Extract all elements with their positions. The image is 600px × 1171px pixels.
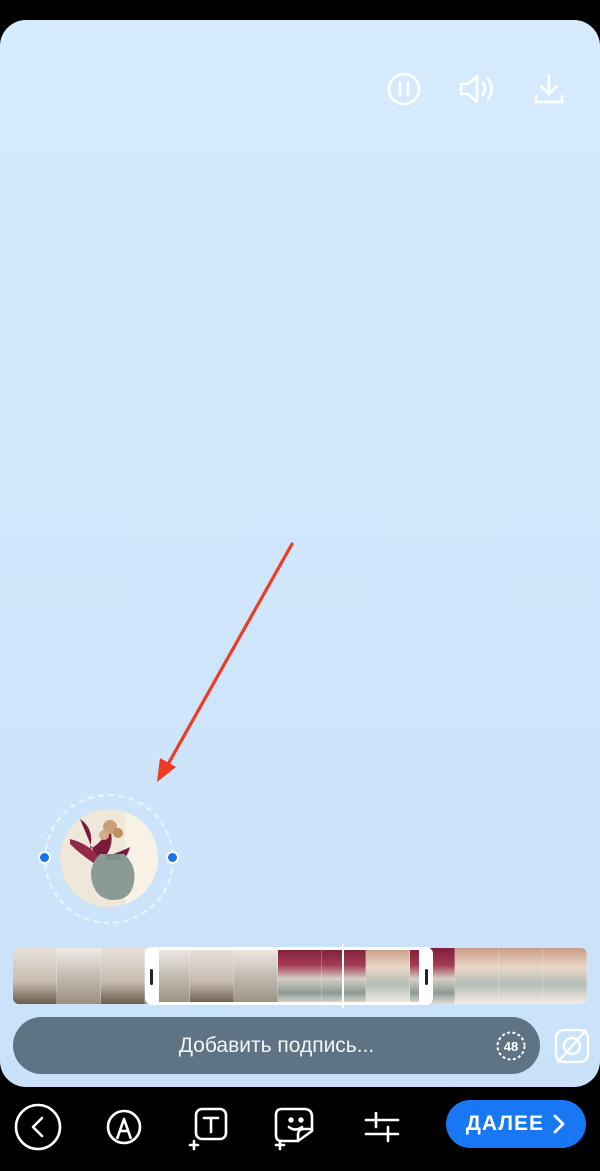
sticker-handle-left[interactable] — [38, 851, 51, 864]
caption-input[interactable]: Добавить подпись... 48 — [13, 1017, 540, 1074]
text-icon[interactable] — [184, 1101, 236, 1153]
story-canvas[interactable] — [0, 20, 600, 1087]
video-bubble-thumbnail — [60, 809, 158, 907]
timeline-frame — [13, 948, 58, 1004]
draw-icon[interactable] — [98, 1101, 150, 1153]
sticker-icon[interactable] — [270, 1101, 322, 1153]
timer-value: 48 — [504, 1039, 518, 1054]
sticker-handle-right[interactable] — [166, 851, 179, 864]
timer-badge[interactable]: 48 — [495, 1030, 527, 1062]
sound-icon[interactable] — [457, 70, 495, 108]
trim-window[interactable] — [145, 947, 433, 1005]
next-button-label: ДАЛЕЕ — [465, 1112, 545, 1135]
trim-handle-left[interactable] — [150, 969, 153, 985]
adjust-icon[interactable] — [356, 1101, 408, 1153]
camera-off-icon[interactable] — [550, 1022, 594, 1070]
timeline-frame — [57, 948, 102, 1004]
pause-icon[interactable] — [385, 70, 423, 108]
timeline-frame — [101, 948, 146, 1004]
trim-handle-right[interactable] — [425, 969, 428, 985]
download-icon[interactable] — [530, 70, 568, 108]
timeline-playhead[interactable] — [342, 944, 344, 1008]
back-icon[interactable] — [12, 1101, 64, 1153]
timeline-frame — [454, 948, 499, 1004]
timeline-frame — [498, 948, 543, 1004]
timeline-frame — [542, 948, 587, 1004]
chevron-right-icon — [553, 1114, 565, 1134]
caption-placeholder: Добавить подпись... — [178, 1033, 375, 1057]
bottom-toolbar: ДАЛЕЕ — [0, 1087, 600, 1171]
next-button[interactable]: ДАЛЕЕ — [446, 1100, 586, 1148]
video-bubble-sticker[interactable] — [36, 786, 182, 932]
